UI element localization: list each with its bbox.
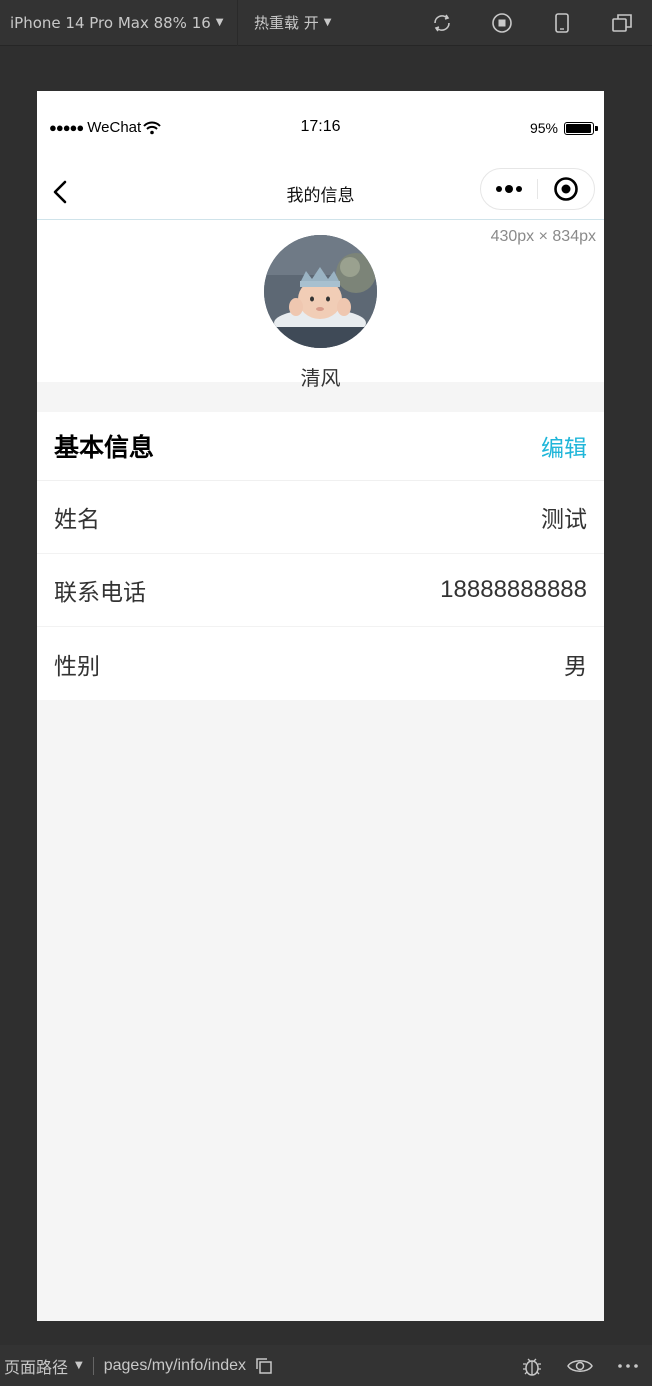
row-label: 姓名 [54,507,100,533]
battery-icon [564,121,598,135]
edit-button[interactable]: 编辑 [541,429,587,463]
menu-capsule [480,168,595,210]
phone-preview-icon[interactable] [532,0,592,46]
info-row-phone: 联系电话 18888888888 [37,554,604,627]
device-selector[interactable]: iPhone 14 Pro Max 88% 16 ▼ [0,0,238,46]
hot-reload-toggle[interactable]: 热重载 开 ▼ [238,0,398,46]
avatar[interactable] [264,235,377,348]
row-value: 测试 [541,507,587,533]
stop-icon[interactable] [472,0,532,46]
status-time: 17:16 [300,118,341,135]
row-label: 联系电话 [54,580,146,606]
debug-icon[interactable] [508,1354,556,1378]
chevron-down-icon: ▼ [75,1360,83,1371]
basic-info-card: 基本信息 编辑 姓名 测试 联系电话 18888888888 性别 男 [37,412,604,700]
simulator-screen: ●●●●● WeChat 17:16 95% 我的信息 清风 430px × 8… [37,91,604,1321]
chevron-down-icon: ▼ [323,17,332,28]
info-row-name: 姓名 测试 [37,481,604,554]
info-row-gender: 性别 男 [37,627,604,700]
chevron-down-icon: ▼ [215,17,224,28]
ide-toolbar: iPhone 14 Pro Max 88% 16 ▼ 热重载 开 ▼ [0,0,652,46]
viewport-size-tip: 430px × 834px [490,228,596,245]
refresh-icon[interactable] [412,0,472,46]
section-title: 基本信息 [54,433,155,462]
more-icon[interactable] [481,185,537,193]
nav-bar: 我的信息 [37,163,604,220]
row-value: 18888888888 [440,576,587,603]
page-path: pages/my/info/index [103,1356,247,1374]
more-options-icon[interactable] [604,1363,652,1369]
status-bar: ●●●●● WeChat 17:16 95% [37,91,604,163]
basic-info-header: 基本信息 编辑 [37,412,604,481]
copy-icon[interactable] [254,1356,274,1376]
row-value: 男 [564,653,587,680]
window-icon[interactable] [592,0,652,46]
username: 清风 [300,366,341,390]
close-miniprogram-icon[interactable] [538,176,594,202]
hot-reload-label: 热重载 开 [254,14,319,32]
eye-icon[interactable] [556,1357,604,1375]
page-path-label: 页面路径 [4,1357,69,1377]
page-path-dropdown[interactable]: 页面路径 ▼ [0,1354,83,1378]
row-label: 性别 [54,653,100,680]
ide-footer: 页面路径 ▼ pages/my/info/index [0,1345,652,1386]
battery-percent: 95% [529,120,558,136]
device-label: iPhone 14 Pro Max 88% 16 [10,13,211,32]
